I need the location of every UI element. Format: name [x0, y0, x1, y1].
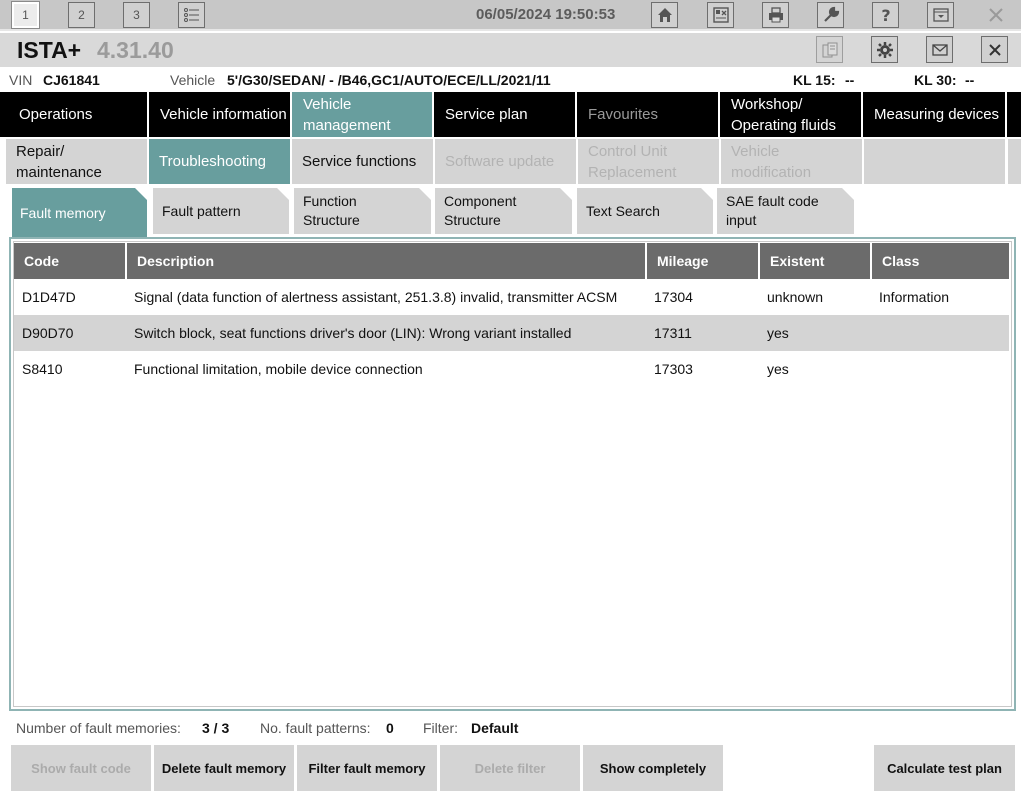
fault-memories-label: Number of fault memories:: [16, 720, 181, 736]
subnav-service-functions[interactable]: Service functions: [292, 139, 433, 184]
tab-function-structure[interactable]: Function Structure: [294, 188, 431, 234]
cell-code: D1D47D: [22, 289, 76, 305]
nav-workshop-operating-fluids[interactable]: Workshop/ Operating fluids: [720, 92, 863, 137]
vin-label: VIN: [9, 72, 33, 88]
close-app-icon[interactable]: [982, 2, 1009, 28]
cell-existent: unknown: [767, 289, 824, 305]
subnav-troubleshooting[interactable]: Troubleshooting: [149, 139, 290, 184]
cell-class: Information: [879, 289, 950, 305]
delete-fault-memory-button[interactable]: Delete fault memory: [154, 745, 294, 791]
tab-text-search[interactable]: Text Search: [577, 188, 713, 234]
table-header-row: Code Description Mileage Existent Class: [14, 243, 1009, 279]
fault-patterns-value: 0: [386, 720, 394, 736]
mail-icon[interactable]: [926, 36, 953, 63]
calculate-test-plan-button[interactable]: Calculate test plan: [874, 745, 1015, 791]
cell-class: [871, 351, 1009, 387]
kl30-label: KL 30:: [914, 72, 957, 88]
cell-mileage: 17304: [654, 289, 693, 305]
cell-description: Switch block, seat functions driver's do…: [126, 315, 646, 351]
cell-existent: yes: [767, 361, 789, 377]
cell-mileage: 17311: [646, 315, 759, 351]
cell-class: [871, 315, 1009, 351]
nav-favourites[interactable]: Favourites: [577, 92, 720, 137]
col-class[interactable]: Class: [871, 243, 1009, 279]
help-icon[interactable]: ?: [872, 2, 899, 28]
fault-memories-value: 3 / 3: [202, 720, 230, 736]
cell-code: D90D70: [14, 315, 126, 351]
col-mileage[interactable]: Mileage: [646, 243, 760, 279]
nav-operations[interactable]: Operations: [0, 92, 149, 137]
kl15-label: KL 15:: [793, 72, 836, 88]
window-tab-2[interactable]: 2: [68, 2, 95, 28]
delete-filter-button[interactable]: Delete filter: [440, 745, 580, 791]
nav-vehicle-information[interactable]: Vehicle information: [149, 92, 292, 137]
documents-icon[interactable]: [816, 36, 843, 63]
col-description[interactable]: Description: [126, 243, 647, 279]
subnav-software-update[interactable]: Software update: [435, 139, 576, 184]
svg-text:?: ?: [881, 6, 890, 24]
filter-value: Default: [471, 720, 519, 736]
nav-vehicle-management[interactable]: Vehicle management: [292, 92, 434, 137]
id-card-icon[interactable]: [707, 2, 734, 28]
kl15-value: --: [845, 72, 855, 88]
tab-sae-fault-code-input[interactable]: SAE fault code input: [717, 188, 854, 234]
table-row[interactable]: S8410 Functional limitation, mobile devi…: [14, 351, 1009, 387]
app-version: 4.31.40: [97, 37, 174, 63]
list-icon[interactable]: [178, 2, 205, 28]
sub-navigation: Repair/ maintenance Troubleshooting Serv…: [0, 139, 1021, 184]
subnav-vehicle-modification[interactable]: Vehicle modification: [721, 139, 862, 184]
show-fault-code-button[interactable]: Show fault code: [11, 745, 151, 791]
tab-fault-pattern[interactable]: Fault pattern: [153, 188, 289, 234]
tab-fault-memory[interactable]: Fault memory: [12, 188, 147, 238]
app-name: ISTA+: [17, 37, 82, 63]
cell-description: Signal (data function of alertness assis…: [134, 289, 618, 305]
vehicle-info-bar: VIN CJ61841 Vehicle 5'/G30/SEDAN/ - /B46…: [0, 67, 1021, 92]
vehicle-label: Vehicle: [170, 72, 216, 88]
fault-table: Code Description Mileage Existent Class …: [14, 243, 1009, 387]
main-navigation: Operations Vehicle information Vehicle m…: [0, 92, 1021, 137]
printer-icon[interactable]: [762, 2, 789, 28]
cell-description: Functional limitation, mobile device con…: [134, 361, 423, 377]
tab-component-structure[interactable]: Component Structure: [435, 188, 572, 234]
subnav-repair-maintenance[interactable]: Repair/ maintenance: [6, 139, 147, 184]
datetime-display: 06/05/2024 19:50:53: [476, 6, 616, 23]
home-icon[interactable]: [651, 2, 678, 28]
close-icon[interactable]: [981, 36, 1008, 63]
subnav-edge: [1008, 139, 1021, 184]
fault-tabs: Fault memory Fault pattern Function Stru…: [0, 188, 1021, 238]
wrench-icon[interactable]: [817, 2, 844, 28]
fault-memory-panel: Code Description Mileage Existent Class …: [9, 237, 1016, 711]
window-tab-1[interactable]: 1: [11, 1, 40, 29]
title-bar: ISTA+ 4.31.40: [0, 33, 1021, 67]
table-row[interactable]: D90D70 Switch block, seat functions driv…: [14, 315, 1009, 351]
subnav-control-unit-replacement[interactable]: Control Unit Replacement: [578, 139, 719, 184]
minimize-icon[interactable]: [927, 2, 954, 28]
filter-label: Filter:: [423, 720, 458, 736]
vehicle-value: 5'/G30/SEDAN/ - /B46,GC1/AUTO/ECE/LL/202…: [227, 72, 551, 88]
nav-measuring-devices[interactable]: Measuring devices: [863, 92, 1007, 137]
nav-service-plan[interactable]: Service plan: [434, 92, 577, 137]
kl30-value: --: [965, 72, 975, 88]
vin-value: CJ61841: [43, 72, 100, 88]
table-row[interactable]: D1D47D Signal (data function of alertnes…: [14, 279, 1009, 315]
cell-existent: yes: [759, 315, 871, 351]
col-existent[interactable]: Existent: [759, 243, 872, 279]
window-tab-3[interactable]: 3: [123, 2, 150, 28]
settings-gear-icon[interactable]: [871, 36, 898, 63]
subnav-empty: [864, 139, 1005, 184]
show-completely-button[interactable]: Show completely: [583, 745, 723, 791]
cell-mileage: 17303: [654, 361, 693, 377]
col-code[interactable]: Code: [14, 243, 127, 279]
system-toolbar: 1 2 3 06/05/2024 19:50:53 ?: [0, 0, 1021, 31]
fault-patterns-label: No. fault patterns:: [260, 720, 371, 736]
cell-code: S8410: [22, 361, 63, 377]
filter-fault-memory-button[interactable]: Filter fault memory: [297, 745, 437, 791]
